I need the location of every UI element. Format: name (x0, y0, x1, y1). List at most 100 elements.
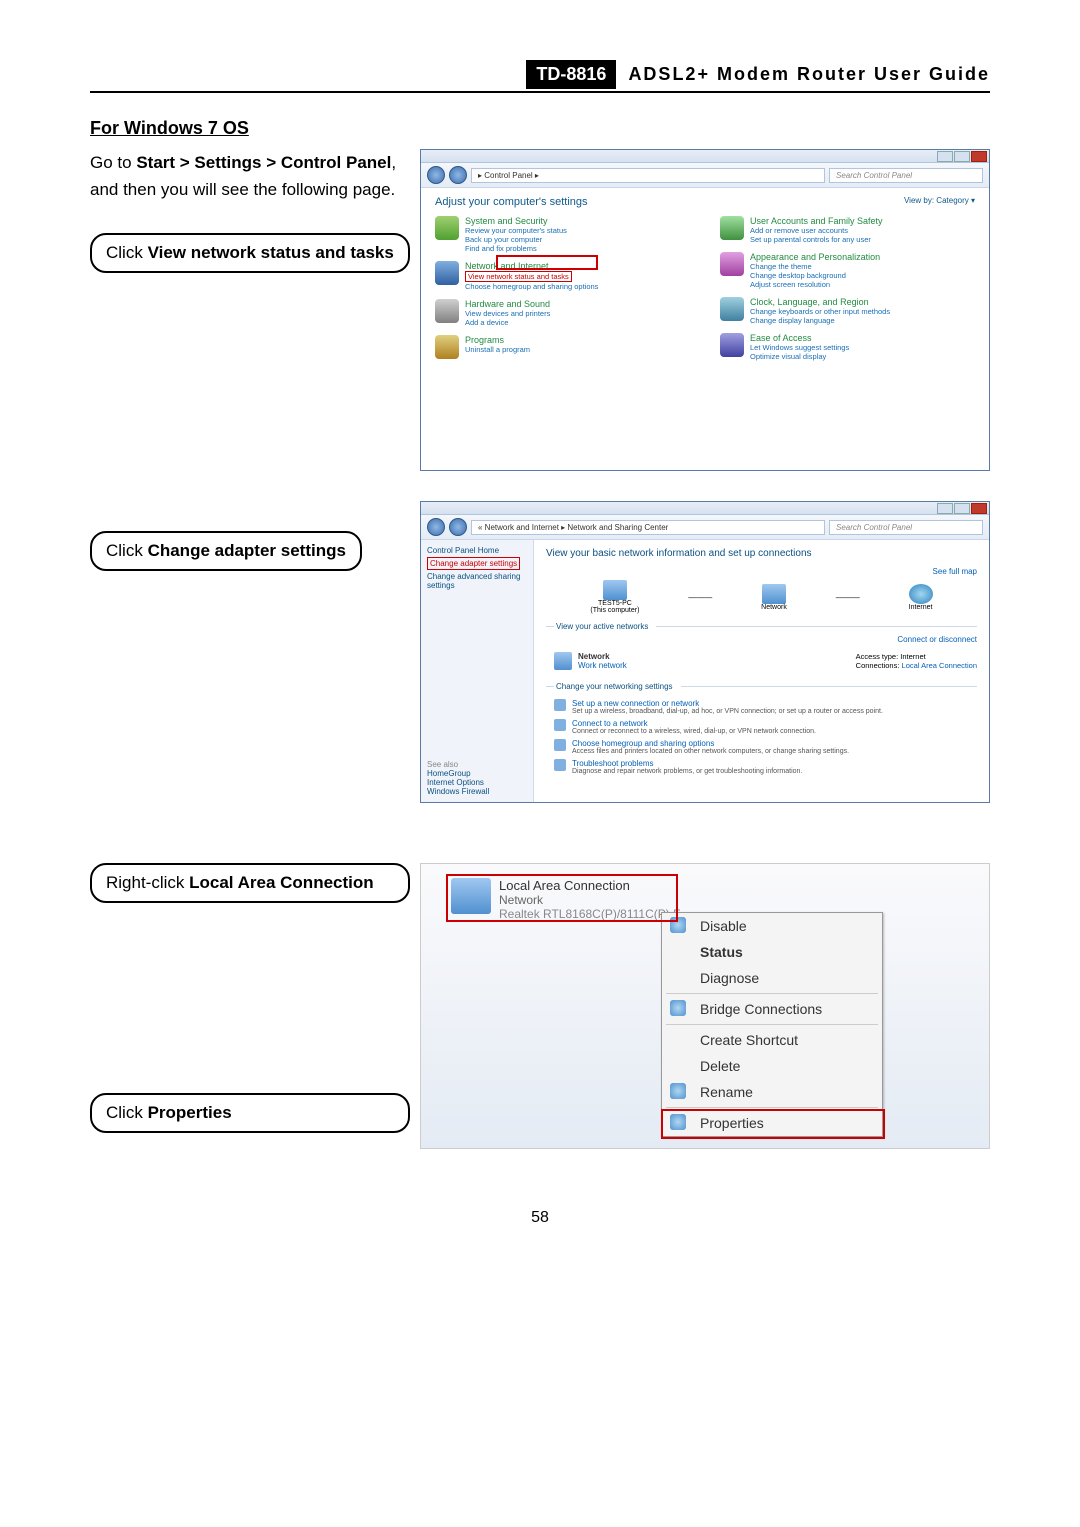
category-title[interactable]: User Accounts and Family Safety (750, 216, 883, 226)
category-title[interactable]: Programs (465, 335, 530, 345)
back-button[interactable] (427, 518, 445, 536)
callout-right-click-local: Right-click Local Area Connection (90, 863, 410, 903)
forward-button[interactable] (449, 166, 467, 184)
forward-button[interactable] (449, 518, 467, 536)
network-icon: Network (761, 584, 787, 611)
minimize-button[interactable] (937, 151, 953, 162)
category-title[interactable]: Hardware and Sound (465, 299, 550, 309)
close-button[interactable] (971, 151, 987, 162)
category-icon (435, 261, 459, 285)
menu-item-icon (670, 1083, 686, 1099)
category-sublink[interactable]: Let Windows suggest settings (750, 343, 849, 352)
line-icon: ——— (836, 593, 860, 602)
connection-link[interactable]: Local Area Connection (902, 661, 977, 670)
option-title[interactable]: Connect to a network (572, 719, 816, 728)
option-icon (554, 759, 566, 771)
category-icon (720, 216, 744, 240)
maximize-button[interactable] (954, 503, 970, 514)
callout-change-adapter: Click Change adapter settings (90, 531, 362, 571)
section-title: For Windows 7 OS (90, 118, 990, 139)
category-sublink[interactable]: Choose homegroup and sharing options (465, 282, 598, 291)
option-title[interactable]: Choose homegroup and sharing options (572, 739, 849, 748)
category-sublink[interactable]: View network status and tasks (465, 271, 572, 282)
menu-separator (666, 1107, 878, 1108)
category-sublink[interactable]: Uninstall a program (465, 345, 530, 354)
option-title[interactable]: Troubleshoot problems (572, 759, 802, 768)
menu-item-bridge-connections[interactable]: Bridge Connections (662, 996, 882, 1022)
menu-item-create-shortcut[interactable]: Create Shortcut (662, 1027, 882, 1053)
option-description: Set up a wireless, broadband, dial-up, a… (572, 708, 883, 715)
ns-heading: View your basic network information and … (546, 548, 977, 559)
callout-properties: Click Properties (90, 1093, 410, 1133)
search-input[interactable]: Search Control Panel (829, 520, 983, 535)
connect-disconnect-link[interactable]: Connect or disconnect (897, 635, 977, 644)
sidebar-link[interactable]: HomeGroup (427, 769, 527, 778)
option-icon (554, 699, 566, 711)
category-sublink[interactable]: Adjust screen resolution (750, 280, 880, 289)
see-full-map-link[interactable]: See full map (933, 567, 977, 576)
ns-option[interactable]: Set up a new connection or networkSet up… (554, 699, 977, 715)
back-button[interactable] (427, 166, 445, 184)
cp-category-item[interactable]: Appearance and PersonalizationChange the… (720, 252, 975, 289)
cp-category-item[interactable]: System and SecurityReview your computer'… (435, 216, 690, 253)
category-sublink[interactable]: Change the theme (750, 262, 880, 271)
cp-category-item[interactable]: User Accounts and Family SafetyAdd or re… (720, 216, 975, 244)
category-title[interactable]: Clock, Language, and Region (750, 297, 890, 307)
category-sublink[interactable]: Find and fix problems (465, 244, 567, 253)
menu-item-properties[interactable]: Properties (662, 1110, 882, 1136)
category-sublink[interactable]: Add or remove user accounts (750, 226, 883, 235)
category-title[interactable]: Network and Internet (465, 261, 598, 271)
view-by-dropdown[interactable]: View by: Category ▾ (904, 196, 975, 205)
menu-item-delete[interactable]: Delete (662, 1053, 882, 1079)
category-icon (435, 335, 459, 359)
breadcrumb-path[interactable]: ▸ Control Panel ▸ (471, 168, 825, 183)
context-menu: DisableStatusDiagnose Bridge Connections C… (661, 912, 883, 1137)
minimize-button[interactable] (937, 503, 953, 514)
breadcrumb-path[interactable]: « Network and Internet ▸ Network and Sha… (471, 520, 825, 535)
menu-item-status[interactable]: Status (662, 939, 882, 965)
ns-option[interactable]: Troubleshoot problemsDiagnose and repair… (554, 759, 977, 775)
category-sublink[interactable]: Change desktop background (750, 271, 880, 280)
sidebar-home-link[interactable]: Control Panel Home (427, 546, 527, 555)
cp-category-item[interactable]: Network and InternetView network status … (435, 261, 690, 291)
sidebar-link[interactable]: Internet Options (427, 778, 527, 787)
step1-instruction: Go to Start > Settings > Control Panel, … (90, 149, 410, 203)
category-title[interactable]: System and Security (465, 216, 567, 226)
ns-option[interactable]: Connect to a networkConnect or reconnect… (554, 719, 977, 735)
category-title[interactable]: Ease of Access (750, 333, 849, 343)
maximize-button[interactable] (954, 151, 970, 162)
option-title[interactable]: Set up a new connection or network (572, 699, 883, 708)
search-input[interactable]: Search Control Panel (829, 168, 983, 183)
category-sublink[interactable]: Add a device (465, 318, 550, 327)
ns-option[interactable]: Choose homegroup and sharing optionsAcce… (554, 739, 977, 755)
menu-item-rename[interactable]: Rename (662, 1079, 882, 1105)
category-sublink[interactable]: Back up your computer (465, 235, 567, 244)
menu-item-diagnose[interactable]: Diagnose (662, 965, 882, 991)
network-type[interactable]: Work network (578, 661, 627, 670)
option-icon (554, 719, 566, 731)
cp-category-item[interactable]: Ease of AccessLet Windows suggest settin… (720, 333, 975, 361)
change-adapter-link[interactable]: Change adapter settings (427, 557, 520, 570)
connection-name: Local Area Connection (499, 878, 689, 893)
change-advanced-link[interactable]: Change advanced sharing settings (427, 572, 527, 590)
category-sublink[interactable]: Change display language (750, 316, 890, 325)
cp-category-item[interactable]: Clock, Language, and RegionChange keyboa… (720, 297, 975, 325)
close-button[interactable] (971, 503, 987, 514)
menu-separator (666, 1024, 878, 1025)
category-sublink[interactable]: Optimize visual display (750, 352, 849, 361)
category-sublink[interactable]: Change keyboards or other input methods (750, 307, 890, 316)
category-sublink[interactable]: Review your computer's status (465, 226, 567, 235)
cp-category-item[interactable]: ProgramsUninstall a program (435, 335, 690, 359)
menu-item-icon (670, 917, 686, 933)
ns-sidebar: Control Panel Home Change adapter settin… (421, 540, 534, 802)
cp-category-item[interactable]: Hardware and SoundView devices and print… (435, 299, 690, 327)
option-description: Connect or reconnect to a wireless, wire… (572, 728, 816, 735)
cp-heading: Adjust your computer's settings (435, 196, 975, 208)
page-header: TD-8816 ADSL2+ Modem Router User Guide (90, 60, 990, 93)
pc-icon: TEST5-PC (This computer) (590, 580, 639, 614)
sidebar-link[interactable]: Windows Firewall (427, 787, 527, 796)
category-title[interactable]: Appearance and Personalization (750, 252, 880, 262)
menu-item-disable[interactable]: Disable (662, 913, 882, 939)
category-sublink[interactable]: Set up parental controls for any user (750, 235, 883, 244)
category-sublink[interactable]: View devices and printers (465, 309, 550, 318)
